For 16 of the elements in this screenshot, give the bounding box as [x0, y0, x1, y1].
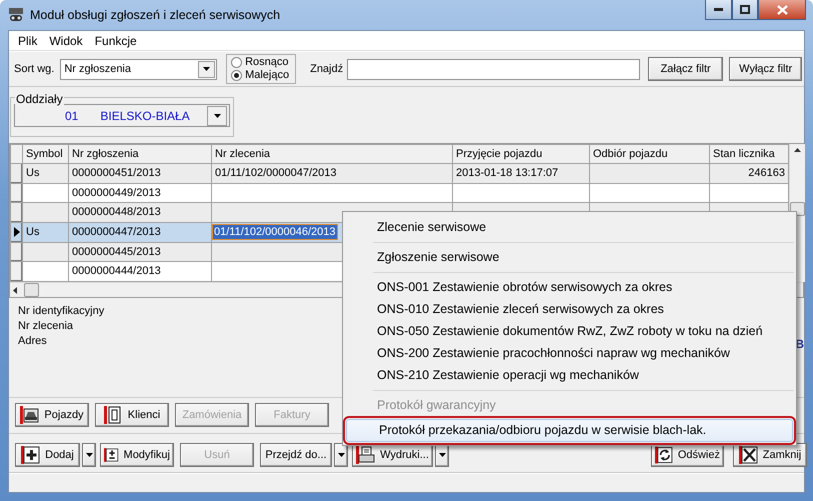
table-cell: 0000000445/2013 [68, 242, 212, 262]
sort-label: Sort wg. [14, 62, 54, 77]
table-cell: 2013-01-18 13:17:07 [452, 164, 590, 184]
field-label: Nr zlecenia [18, 319, 74, 334]
table-cell: 0000000447/2013 [68, 222, 212, 242]
table-cell: 01/11/102/0000047/2013 [212, 164, 452, 184]
find-label: Znajdź [310, 62, 344, 77]
table-cell: 0000000448/2013 [68, 202, 212, 223]
field-label: Adres [18, 334, 47, 349]
field-label: Nr identyfikacyjny [18, 304, 104, 319]
table-cell: 246163 [710, 164, 788, 184]
table-cell: Us [22, 222, 68, 242]
table-cell: Us [22, 164, 68, 184]
table-cell: 01/11/102/0000046/2013 [213, 225, 337, 240]
table-cell: 0000000451/2013 [68, 164, 212, 184]
window-title: Moduł obsługi zgłoszeń i zleceń serwisowych [30, 6, 280, 24]
